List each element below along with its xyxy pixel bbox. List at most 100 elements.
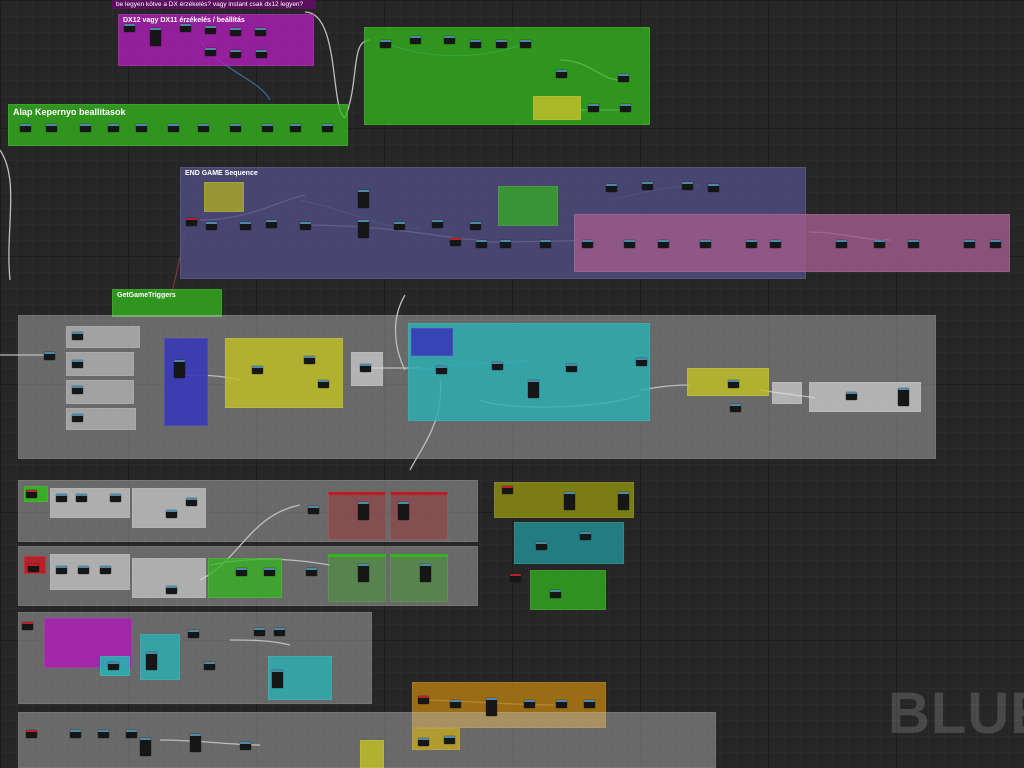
blueprint-node[interactable] bbox=[205, 26, 216, 34]
blueprint-node[interactable] bbox=[98, 730, 109, 738]
blueprint-node[interactable] bbox=[432, 220, 443, 228]
blueprint-node[interactable] bbox=[410, 36, 421, 44]
blueprint-event-node[interactable] bbox=[502, 486, 513, 494]
blueprint-node[interactable] bbox=[272, 670, 283, 688]
blueprint-node[interactable] bbox=[70, 730, 81, 738]
comment-dx-detection[interactable]: DX12 vagy DX11 érzékelés / beállítás bbox=[118, 14, 314, 66]
blueprint-node[interactable] bbox=[72, 360, 83, 368]
blueprint-node[interactable] bbox=[420, 564, 431, 582]
blueprint-node[interactable] bbox=[380, 40, 391, 48]
blueprint-node[interactable] bbox=[358, 190, 369, 208]
blueprint-node[interactable] bbox=[230, 50, 241, 58]
blueprint-node[interactable] bbox=[168, 124, 179, 132]
comment-row1-gray-b[interactable] bbox=[132, 488, 206, 528]
blueprint-node[interactable] bbox=[584, 700, 595, 708]
blueprint-node[interactable] bbox=[470, 222, 481, 230]
blueprint-node[interactable] bbox=[252, 366, 263, 374]
blueprint-graph-canvas[interactable]: DX12 vagy DX11 érzékelés / beállítás Ala… bbox=[0, 0, 1024, 768]
blueprint-node[interactable] bbox=[166, 510, 177, 518]
blueprint-node[interactable] bbox=[770, 240, 781, 248]
blueprint-node[interactable] bbox=[418, 738, 429, 746]
blueprint-node[interactable] bbox=[358, 220, 369, 238]
blueprint-node[interactable] bbox=[624, 240, 635, 248]
blueprint-node[interactable] bbox=[606, 184, 617, 192]
comment-green-small[interactable] bbox=[530, 570, 606, 610]
comment-end-green[interactable] bbox=[498, 186, 558, 226]
comment-small-olive[interactable] bbox=[533, 96, 581, 120]
comment-cyan-inner[interactable] bbox=[411, 328, 453, 356]
blueprint-node[interactable] bbox=[72, 386, 83, 394]
blueprint-node[interactable] bbox=[990, 240, 1001, 248]
blueprint-event-node[interactable] bbox=[28, 564, 39, 572]
blueprint-node[interactable] bbox=[520, 40, 531, 48]
blueprint-node[interactable] bbox=[110, 494, 121, 502]
blueprint-node[interactable] bbox=[524, 700, 535, 708]
blueprint-node[interactable] bbox=[588, 104, 599, 112]
blueprint-node[interactable] bbox=[180, 24, 191, 32]
blueprint-node[interactable] bbox=[290, 124, 301, 132]
blueprint-node[interactable] bbox=[146, 652, 157, 670]
blueprint-node[interactable] bbox=[556, 70, 567, 78]
blueprint-node[interactable] bbox=[580, 532, 591, 540]
blueprint-node[interactable] bbox=[700, 240, 711, 248]
blueprint-node[interactable] bbox=[566, 364, 577, 372]
blueprint-node[interactable] bbox=[136, 124, 147, 132]
blueprint-node[interactable] bbox=[964, 240, 975, 248]
blueprint-node[interactable] bbox=[150, 28, 161, 46]
blueprint-node[interactable] bbox=[618, 492, 629, 510]
blueprint-node[interactable] bbox=[72, 332, 83, 340]
blueprint-event-node[interactable] bbox=[418, 696, 429, 704]
blueprint-node[interactable] bbox=[536, 542, 547, 550]
blueprint-node[interactable] bbox=[80, 124, 91, 132]
blueprint-node[interactable] bbox=[240, 742, 251, 750]
blueprint-node[interactable] bbox=[56, 494, 67, 502]
blueprint-node[interactable] bbox=[274, 628, 285, 636]
blueprint-node[interactable] bbox=[20, 124, 31, 132]
blueprint-node[interactable] bbox=[682, 182, 693, 190]
blueprint-node[interactable] bbox=[908, 240, 919, 248]
blueprint-node[interactable] bbox=[528, 380, 539, 398]
blueprint-node[interactable] bbox=[254, 628, 265, 636]
blueprint-event-node[interactable] bbox=[186, 218, 197, 226]
blueprint-node[interactable] bbox=[190, 734, 201, 752]
blueprint-node[interactable] bbox=[658, 240, 669, 248]
blueprint-node[interactable] bbox=[230, 124, 241, 132]
blueprint-event-node[interactable] bbox=[26, 490, 37, 498]
blueprint-node[interactable] bbox=[564, 492, 575, 510]
blueprint-node[interactable] bbox=[394, 222, 405, 230]
blueprint-node[interactable] bbox=[230, 28, 241, 36]
blueprint-node[interactable] bbox=[188, 630, 199, 638]
blueprint-node[interactable] bbox=[358, 502, 369, 520]
blueprint-event-node[interactable] bbox=[26, 730, 37, 738]
blueprint-node[interactable] bbox=[642, 182, 653, 190]
comment-row2-green-b[interactable] bbox=[328, 554, 386, 602]
blueprint-node[interactable] bbox=[436, 366, 447, 374]
blueprint-node[interactable] bbox=[582, 240, 593, 248]
blueprint-node[interactable] bbox=[264, 568, 275, 576]
blueprint-node[interactable] bbox=[398, 502, 409, 520]
blueprint-node[interactable] bbox=[470, 40, 481, 48]
blueprint-node[interactable] bbox=[76, 494, 87, 502]
comment-row1-gray-a[interactable] bbox=[50, 488, 130, 518]
comment-upper-green[interactable] bbox=[364, 27, 650, 125]
blueprint-node[interactable] bbox=[444, 736, 455, 744]
comment-gray-right-1[interactable] bbox=[772, 382, 802, 404]
blueprint-node[interactable] bbox=[186, 498, 197, 506]
blueprint-event-node[interactable] bbox=[510, 574, 521, 582]
blueprint-node[interactable] bbox=[174, 360, 185, 378]
blueprint-node[interactable] bbox=[205, 48, 216, 56]
blueprint-node[interactable] bbox=[360, 364, 371, 372]
blueprint-node[interactable] bbox=[846, 392, 857, 400]
blueprint-node[interactable] bbox=[46, 124, 57, 132]
comment-end-pink[interactable] bbox=[574, 214, 1010, 272]
comment-row2-green-a[interactable] bbox=[208, 558, 282, 598]
blueprint-node[interactable] bbox=[204, 662, 215, 670]
blueprint-node[interactable] bbox=[100, 566, 111, 574]
blueprint-node[interactable] bbox=[476, 240, 487, 248]
comment-yellow-main[interactable] bbox=[225, 338, 343, 408]
blueprint-node[interactable] bbox=[874, 240, 885, 248]
blueprint-node[interactable] bbox=[126, 730, 137, 738]
comment-game-triggers[interactable]: GetGameTriggers bbox=[112, 289, 222, 317]
blueprint-node[interactable] bbox=[636, 358, 647, 366]
blueprint-node[interactable] bbox=[308, 506, 319, 514]
